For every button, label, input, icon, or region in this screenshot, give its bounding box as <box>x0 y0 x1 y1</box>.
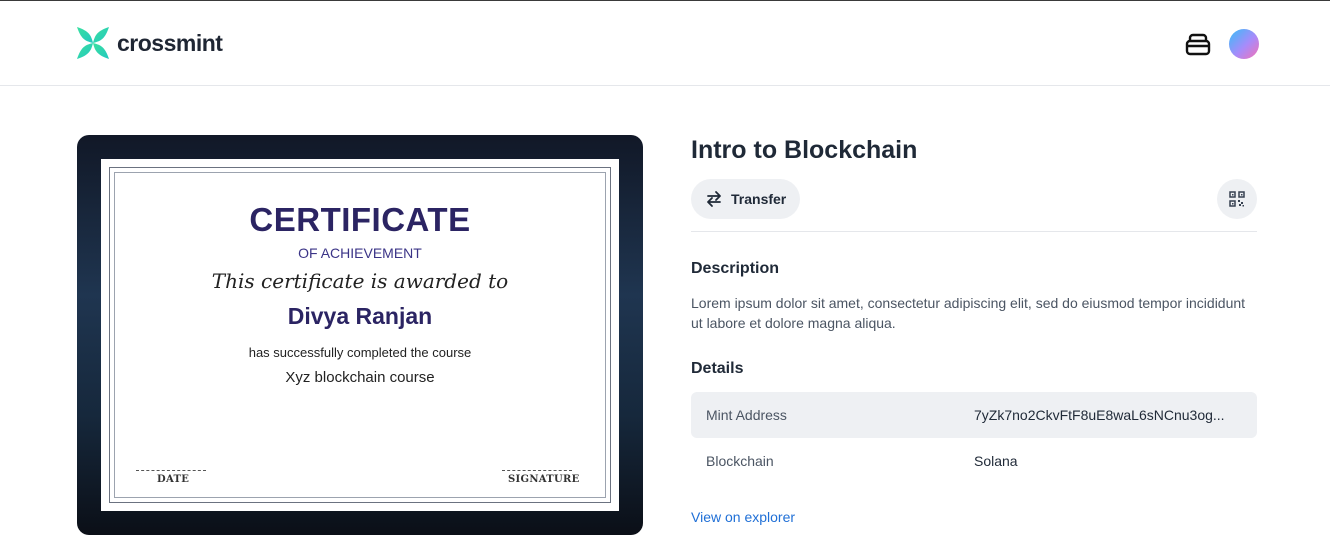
description-text: Lorem ipsum dolor sit amet, consectetur … <box>691 295 1246 331</box>
certificate-subtitle: OF ACHIEVEMENT <box>298 245 422 261</box>
top-navigation-bar: crossmint <box>0 1 1330 86</box>
transfer-button-label: Transfer <box>731 191 787 207</box>
wallet-button[interactable] <box>1183 29 1213 59</box>
certificate-paper: CERTIFICATE OF ACHIEVEMENT This certific… <box>101 159 619 511</box>
user-avatar[interactable] <box>1229 29 1259 59</box>
certificate-awarded-text: This certificate is awarded to <box>211 269 509 293</box>
arrows-swap-icon <box>707 191 721 207</box>
date-line <box>136 470 206 471</box>
qr-code-button[interactable] <box>1217 179 1257 219</box>
signature-line <box>502 470 572 471</box>
details-key: Mint Address <box>706 407 787 423</box>
certificate-course: Xyz blockchain course <box>285 369 435 386</box>
wallet-icon <box>1185 33 1211 56</box>
certificate-completed-text: has successfully completed the course <box>248 345 472 360</box>
certificate-title: CERTIFICATE <box>249 201 471 238</box>
signature-label: SIGNATURE <box>508 474 580 485</box>
item-title: Intro to Blockchain <box>691 136 918 164</box>
qr-code-icon <box>1229 191 1245 207</box>
brand-name: crossmint <box>117 29 223 56</box>
details-row-blockchain: Blockchain Solana <box>691 438 1257 484</box>
mint-address-value[interactable]: 7yZk7no2CkvFtF8uE8waL6sNCnu3og... <box>974 407 1244 423</box>
certificate-recipient: Divya Ranjan <box>287 303 433 329</box>
nft-image-card: CERTIFICATE OF ACHIEVEMENT This certific… <box>77 135 643 535</box>
description-heading: Description <box>691 260 780 277</box>
section-divider <box>691 231 1257 232</box>
brand-logo[interactable]: crossmint <box>75 25 223 61</box>
transfer-button[interactable]: Transfer <box>691 179 800 219</box>
crossmint-logo-icon <box>77 27 109 59</box>
details-key: Blockchain <box>706 453 774 469</box>
details-heading: Details <box>691 360 744 377</box>
date-label: DATE <box>157 474 190 485</box>
blockchain-value: Solana <box>974 453 1018 469</box>
view-on-explorer-link[interactable]: View on explorer <box>691 509 795 525</box>
details-row-mint-address: Mint Address 7yZk7no2CkvFtF8uE8waL6sNCnu… <box>691 392 1257 438</box>
